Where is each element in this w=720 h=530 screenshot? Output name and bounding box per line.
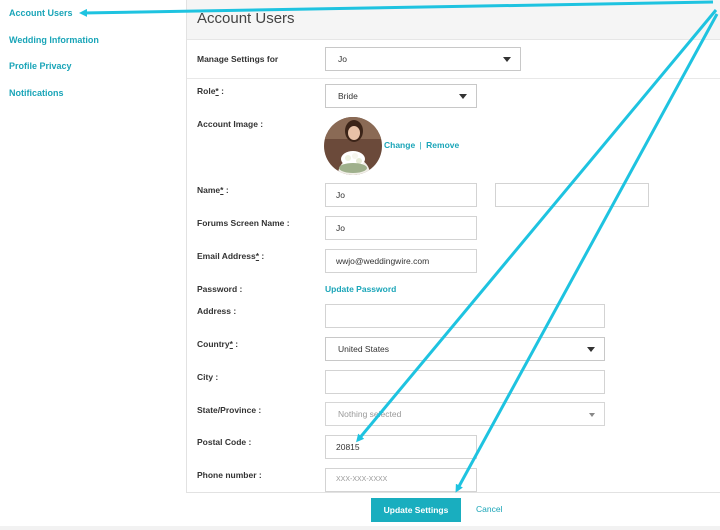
email-input[interactable]: wwjo@weddingwire.com — [325, 249, 477, 273]
account-image-actions: Change | Remove — [384, 140, 459, 150]
manage-settings-select[interactable]: Jo — [325, 47, 521, 71]
country-value: United States — [338, 344, 390, 354]
first-name-input[interactable]: Jo — [325, 183, 477, 207]
email-label: Email Address* : — [197, 251, 265, 261]
password-label: Password : — [197, 284, 243, 294]
account-users-panel: Account Users Manage Settings for Jo Rol… — [186, 0, 720, 492]
change-image-link[interactable]: Change — [384, 140, 415, 150]
role-label: Role* : — [197, 86, 224, 96]
chevron-down-icon — [589, 413, 595, 417]
address-label: Address : — [197, 306, 237, 316]
name-label: Name* : — [197, 185, 229, 195]
action-separator: | — [419, 140, 422, 150]
forums-name-label: Forums Screen Name : — [197, 218, 290, 228]
sidebar-item-wedding-information[interactable]: Wedding Information — [9, 35, 99, 45]
phone-input[interactable]: XXX-XXX-XXXX — [325, 468, 477, 492]
update-settings-button[interactable]: Update Settings — [371, 498, 461, 522]
sidebar-item-notifications[interactable]: Notifications — [9, 88, 64, 98]
sidebar-item-profile-privacy[interactable]: Profile Privacy — [9, 61, 72, 71]
postal-code-label: Postal Code : — [197, 437, 252, 447]
state-select[interactable]: Nothing selected — [325, 402, 605, 426]
city-label: City : — [197, 372, 219, 382]
chevron-down-icon — [503, 57, 511, 62]
account-image-label: Account Image : — [197, 119, 264, 129]
country-label: Country* : — [197, 339, 239, 349]
section-divider — [187, 78, 720, 79]
country-select[interactable]: United States — [325, 337, 605, 361]
role-value: Bride — [338, 91, 358, 101]
account-avatar — [324, 117, 382, 175]
phone-label: Phone number : — [197, 470, 262, 480]
chevron-down-icon — [587, 347, 595, 352]
address-input[interactable] — [325, 304, 605, 328]
remove-image-link[interactable]: Remove — [426, 140, 459, 150]
settings-sidebar: Account Users Wedding Information Profil… — [0, 0, 186, 530]
footer-divider — [186, 492, 720, 493]
city-input[interactable] — [325, 370, 605, 394]
state-label: State/Province : — [197, 405, 262, 415]
last-name-input[interactable] — [495, 183, 649, 207]
cancel-button[interactable]: Cancel — [476, 504, 502, 514]
page-title: Account Users — [197, 10, 295, 27]
sidebar-item-account-users[interactable]: Account Users — [9, 8, 73, 18]
update-password-link[interactable]: Update Password — [325, 284, 396, 294]
avatar-photo — [324, 117, 382, 175]
panel-header: Account Users — [187, 0, 720, 40]
forums-name-input[interactable]: Jo — [325, 216, 477, 240]
bottom-strip — [0, 526, 720, 530]
manage-settings-value: Jo — [338, 54, 347, 64]
postal-code-input[interactable]: 20815 — [325, 435, 477, 459]
role-select[interactable]: Bride — [325, 84, 477, 108]
manage-settings-label: Manage Settings for — [197, 54, 279, 64]
state-value: Nothing selected — [338, 409, 402, 419]
chevron-down-icon — [459, 94, 467, 99]
